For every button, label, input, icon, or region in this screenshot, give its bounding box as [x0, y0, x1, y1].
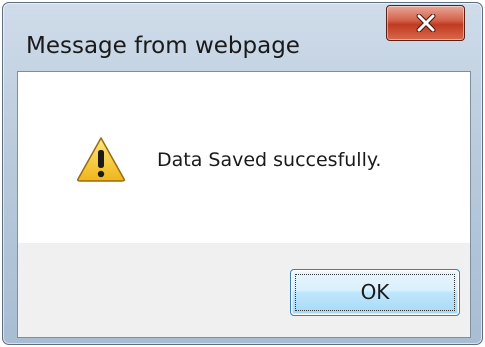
window-title: Message from webpage [26, 33, 300, 59]
dialog-window: Message from webpage Data Saved succesfu… [2, 2, 483, 345]
close-button[interactable] [386, 5, 465, 41]
dialog-body: Data Saved succesfully. OK [17, 71, 471, 338]
ok-button-label: OK [360, 280, 390, 304]
message-area: Data Saved succesfully. [18, 72, 470, 243]
title-bar[interactable]: Message from webpage [3, 3, 482, 69]
dialog-message: Data Saved succesfully. [157, 149, 382, 171]
close-x-icon [416, 14, 436, 32]
ok-button[interactable]: OK [290, 269, 460, 316]
warning-icon [77, 137, 125, 182]
